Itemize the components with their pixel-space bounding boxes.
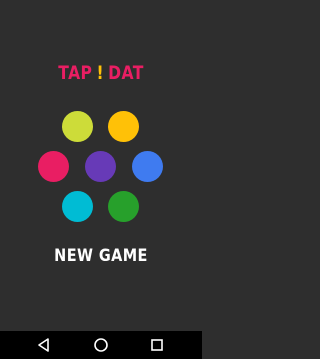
title-word-dat: DAT [108, 62, 144, 84]
game-title: TAP! DAT [18, 62, 184, 84]
home-circle-icon[interactable] [92, 336, 110, 354]
recents-square-icon[interactable] [148, 336, 166, 354]
dot-purple[interactable] [85, 151, 116, 184]
title-word-tap: TAP [58, 62, 93, 84]
system-nav-bar [0, 331, 202, 359]
dot-green[interactable] [108, 191, 139, 224]
dot-amber[interactable] [108, 111, 139, 144]
game-screen: TAP! DAT NEW GAME [0, 0, 202, 359]
dot-blue[interactable] [132, 151, 163, 184]
new-game-button[interactable]: NEW GAME [15, 246, 187, 266]
dot-pink[interactable] [38, 151, 69, 184]
title-exclamation: ! [96, 62, 104, 84]
dot-cyan[interactable] [62, 191, 93, 224]
dot-lime[interactable] [62, 111, 93, 144]
back-triangle-icon[interactable] [35, 336, 53, 354]
